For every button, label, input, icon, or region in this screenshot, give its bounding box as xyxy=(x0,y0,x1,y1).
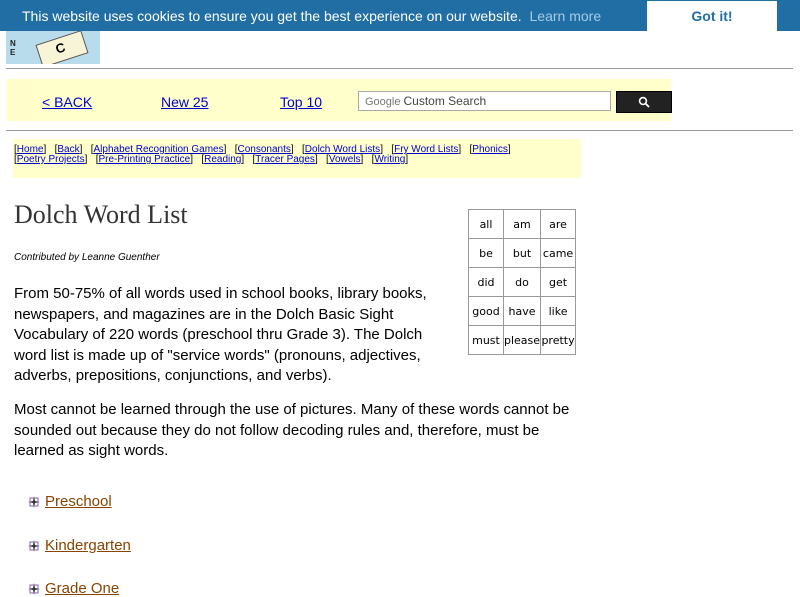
link-writing[interactable]: Writing xyxy=(374,154,405,165)
grade-one-link[interactable]: Grade One xyxy=(45,580,119,597)
word-cell: all xyxy=(468,209,504,239)
link-reading[interactable]: Reading xyxy=(204,154,241,165)
bullet-star-icon xyxy=(28,496,40,509)
word-cell: am xyxy=(502,209,542,239)
got-it-button[interactable]: Got it! xyxy=(647,1,777,31)
word-row: be but came xyxy=(468,238,577,268)
search-placeholder: Custom Search xyxy=(403,94,487,108)
logo-side-text: NE xyxy=(10,39,16,57)
preschool-link[interactable]: Preschool xyxy=(45,493,112,510)
logo-letter: C xyxy=(53,39,68,57)
google-brand: Google xyxy=(365,96,401,108)
word-cell: do xyxy=(502,267,542,297)
word-cell: like xyxy=(540,296,577,326)
word-cell: be xyxy=(468,238,504,268)
kindergarten-link[interactable]: Kindergarten xyxy=(45,537,131,554)
search-icon xyxy=(638,96,650,108)
word-cell: please xyxy=(502,325,542,355)
word-cell: but xyxy=(502,238,542,268)
search-input[interactable]: Google Custom Search xyxy=(358,91,611,111)
divider-nav xyxy=(6,130,793,131)
link-vowels[interactable]: Vowels xyxy=(329,154,361,165)
new-25-link[interactable]: New 25 xyxy=(161,94,208,110)
back-link[interactable]: < BACK xyxy=(42,94,92,110)
grade-item: Grade One xyxy=(28,580,119,597)
link-tracer-pages[interactable]: Tracer Pages xyxy=(255,154,315,165)
category-links: [Home] [Back] [Alphabet Recognition Game… xyxy=(13,139,581,178)
link-phonics[interactable]: Phonics xyxy=(472,144,508,155)
contributor-credit: Contributed by Leanne Guenther xyxy=(14,252,160,263)
word-row: did do get xyxy=(468,267,577,297)
site-logo[interactable]: NE C xyxy=(6,31,100,64)
top-nav: < BACK New 25 Top 10 Google Custom Search xyxy=(6,79,672,121)
word-cell: have xyxy=(502,296,542,326)
link-poetry-projects[interactable]: Poetry Projects xyxy=(17,154,85,165)
link-pre-printing-practice[interactable]: Pre-Printing Practice xyxy=(99,154,191,165)
top-10-link[interactable]: Top 10 xyxy=(280,94,322,110)
word-cell: good xyxy=(468,296,504,326)
cookie-text: This website uses cookies to ensure you … xyxy=(22,8,522,24)
word-cell: came xyxy=(540,238,577,268)
cookie-banner: This website uses cookies to ensure you … xyxy=(0,0,800,31)
learning-paragraph: Most cannot be learned through the use o… xyxy=(14,401,570,459)
page-title: Dolch Word List xyxy=(14,200,188,229)
word-row: must please pretty xyxy=(468,325,577,355)
sample-word-table: all am are be but came did do get good h… xyxy=(468,209,577,355)
word-cell: are xyxy=(540,209,577,239)
grade-item: Preschool xyxy=(28,493,112,510)
search-button[interactable] xyxy=(616,91,672,113)
word-row: good have like xyxy=(468,296,577,326)
intro-paragraph: From 50-75% of all words used in school … xyxy=(14,285,427,384)
divider-top xyxy=(6,68,793,69)
word-cell: must xyxy=(468,325,504,355)
logo-tile: C xyxy=(35,31,89,64)
word-cell: pretty xyxy=(540,325,577,355)
learn-more-link[interactable]: Learn more xyxy=(530,8,602,24)
category-links-row-2: [Poetry Projects] [Pre-Printing Practice… xyxy=(14,154,409,165)
word-cell: did xyxy=(468,267,504,297)
word-cell: get xyxy=(540,267,577,297)
bullet-star-icon xyxy=(28,540,40,553)
bullet-star-icon xyxy=(28,583,40,596)
grade-item: Kindergarten xyxy=(28,537,131,554)
cookie-message: This website uses cookies to ensure you … xyxy=(22,8,601,24)
word-row: all am are xyxy=(468,209,577,239)
